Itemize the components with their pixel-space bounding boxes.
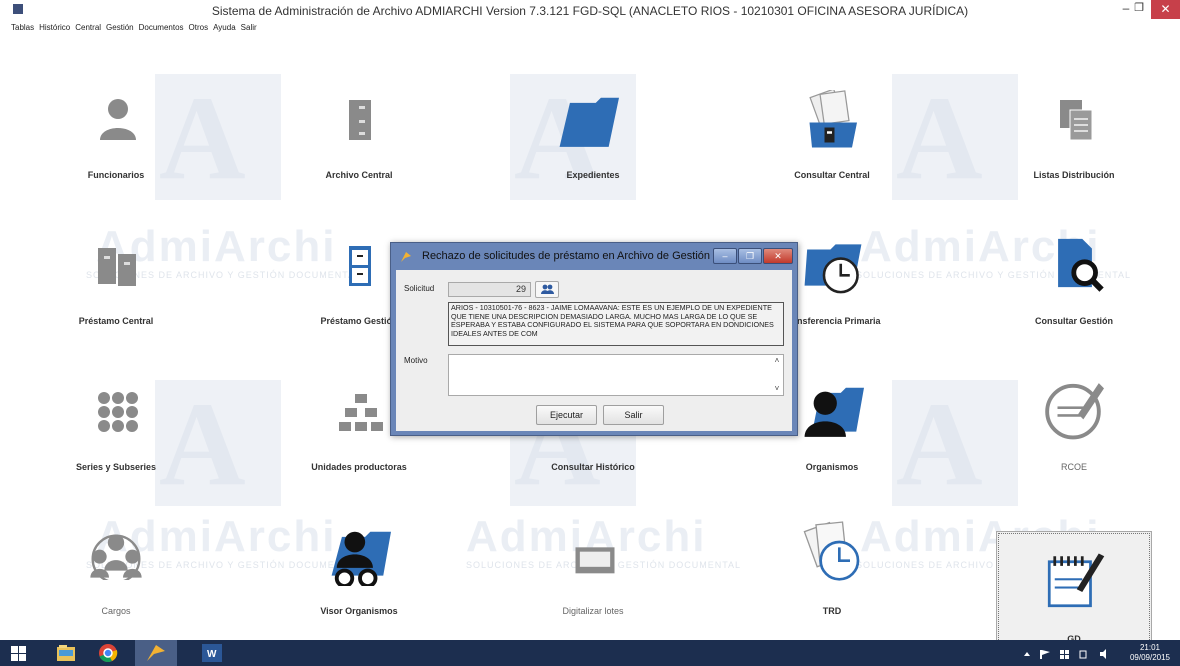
cabinet-small-icon: [349, 246, 371, 286]
solicitud-label: Solicitud: [404, 284, 435, 293]
clock-time: 21:01: [1139, 643, 1161, 652]
group-icon: [90, 534, 142, 580]
taskbar: W 21:01 09/09/2015: [0, 640, 1180, 666]
tile-digitalizar-lotes[interactable]: Digitalizar lotes: [493, 510, 693, 636]
description-text: ARIOS - 10310501-76 - 8623 - JAIME LOMAA…: [448, 302, 784, 346]
cabinet-loan-icon: [98, 248, 136, 286]
tile-funcionarios[interactable]: Funcionarios: [16, 74, 216, 200]
person-icon: [100, 99, 136, 140]
salir-button[interactable]: Salir: [603, 405, 664, 425]
cabinet-icon: [349, 100, 371, 140]
folder-search-icon: [809, 90, 857, 148]
scanner-icon: [575, 547, 615, 574]
clock-date: 09/09/2015: [1129, 653, 1171, 662]
admiarchi-icon: [147, 645, 165, 661]
tile-visor-organismos[interactable]: Visor Organismos: [259, 510, 459, 636]
tile-consultar-gestion[interactable]: Consultar Gestión: [974, 220, 1174, 346]
title-bar: Sistema de Administración de Archivo ADM…: [0, 0, 1180, 20]
tile-label: Digitalizar lotes: [562, 606, 624, 616]
menu-documentos[interactable]: Documentos: [139, 20, 184, 36]
tile-cargos[interactable]: Cargos: [16, 510, 216, 636]
folder-clock-icon: [804, 244, 862, 294]
tile-archivo-central[interactable]: Archivo Central: [259, 74, 459, 200]
grid-dots-icon: [98, 392, 138, 432]
dialog-maximize-button[interactable]: ❐: [738, 248, 762, 264]
tile-label: Listas Distribución: [1033, 170, 1115, 180]
menu-salir[interactable]: Salir: [241, 20, 257, 36]
scroll-down-icon[interactable]: ˅: [772, 384, 782, 394]
menu-otros[interactable]: Otros: [189, 20, 209, 36]
tile-rcoe[interactable]: RCOE: [974, 366, 1174, 492]
menu-central[interactable]: Central: [75, 20, 101, 36]
tile-label: TRD: [822, 606, 842, 616]
tile-label: Unidades productoras: [311, 462, 407, 472]
admiarchi-icon: [401, 252, 411, 262]
menu-bar: Tablas Histórico Central Gestión Documen…: [0, 20, 262, 36]
dialog-title: Rechazo de solicitudes de préstamo en Ar…: [422, 250, 710, 262]
tile-label: Funcionarios: [87, 170, 145, 180]
tile-series-subseries[interactable]: Series y Subseries: [16, 366, 216, 492]
svg-text:W: W: [207, 649, 217, 660]
tile-label: Consultar Gestión: [1034, 316, 1113, 326]
document-search-icon: [1058, 238, 1104, 292]
viewer-icon: [331, 531, 391, 586]
menu-ayuda[interactable]: Ayuda: [213, 20, 236, 36]
tile-prestamo-central[interactable]: Préstamo Central: [16, 220, 216, 346]
notepad-pen-icon: [1047, 553, 1105, 608]
tile-expedientes[interactable]: Expedientes: [493, 74, 693, 200]
motivo-label: Motivo: [404, 356, 428, 365]
menu-gestion[interactable]: Gestión: [106, 20, 134, 36]
menu-tablas[interactable]: Tablas: [11, 20, 34, 36]
folder-icon: [559, 97, 619, 147]
tile-gd[interactable]: GD: [996, 531, 1152, 652]
solicitud-input[interactable]: 29: [448, 282, 531, 297]
ejecutar-button[interactable]: Ejecutar: [536, 405, 597, 425]
folder-person-icon: [804, 387, 864, 437]
window-title: Sistema de Administración de Archivo ADM…: [211, 4, 969, 18]
motivo-textarea[interactable]: ˄ ˅: [448, 354, 784, 396]
users-icon: [541, 284, 554, 294]
rechazo-dialog: Rechazo de solicitudes de préstamo en Ar…: [390, 242, 798, 436]
tile-label: Consultar Central: [794, 170, 870, 180]
dialog-close-button[interactable]: ✕: [763, 248, 793, 264]
tile-label: Archivo Central: [325, 170, 393, 180]
close-button[interactable]: ✕: [1151, 0, 1180, 19]
file-explorer-icon[interactable]: [48, 640, 84, 666]
dialog-body: Solicitud 29 ARIOS - 10310501-76 - 8623 …: [396, 270, 792, 431]
tile-listas-distribucion[interactable]: Listas Distribución: [974, 74, 1174, 200]
search-user-button[interactable]: [535, 281, 559, 298]
documents-icon: [1060, 100, 1093, 141]
org-chart-icon: [339, 394, 383, 431]
system-tray[interactable]: [1020, 647, 1118, 661]
clock[interactable]: 21:01 09/09/2015: [1122, 643, 1178, 663]
scroll-up-icon[interactable]: ˄: [772, 356, 782, 366]
tile-label: Consultar Histórico: [551, 462, 635, 472]
tile-label: Visor Organismos: [320, 606, 398, 616]
maximize-button[interactable]: ❐: [1129, 1, 1149, 19]
word-icon[interactable]: W: [194, 640, 230, 666]
tile-label: Préstamo Central: [78, 316, 154, 326]
tile-label: Cargos: [101, 606, 131, 616]
dialog-minimize-button[interactable]: –: [713, 248, 737, 264]
dialog-title-bar: Rechazo de solicitudes de préstamo en Ar…: [391, 243, 797, 269]
tile-label: Series y Subseries: [75, 462, 157, 472]
tile-trd[interactable]: TRD: [732, 510, 932, 636]
windows-start-icon[interactable]: [0, 640, 36, 666]
documents-clock-icon: [803, 521, 860, 581]
edit-note-icon: [1045, 383, 1104, 440]
tile-label: Organismos: [805, 462, 859, 472]
admiarchi-taskbar-button[interactable]: [135, 640, 177, 666]
menu-historico[interactable]: Histórico: [39, 20, 70, 36]
tile-label: Expedientes: [566, 170, 620, 180]
tile-label: RCOE: [1060, 462, 1087, 472]
chrome-icon[interactable]: [90, 640, 126, 666]
tile-consultar-central[interactable]: Consultar Central: [732, 74, 932, 200]
